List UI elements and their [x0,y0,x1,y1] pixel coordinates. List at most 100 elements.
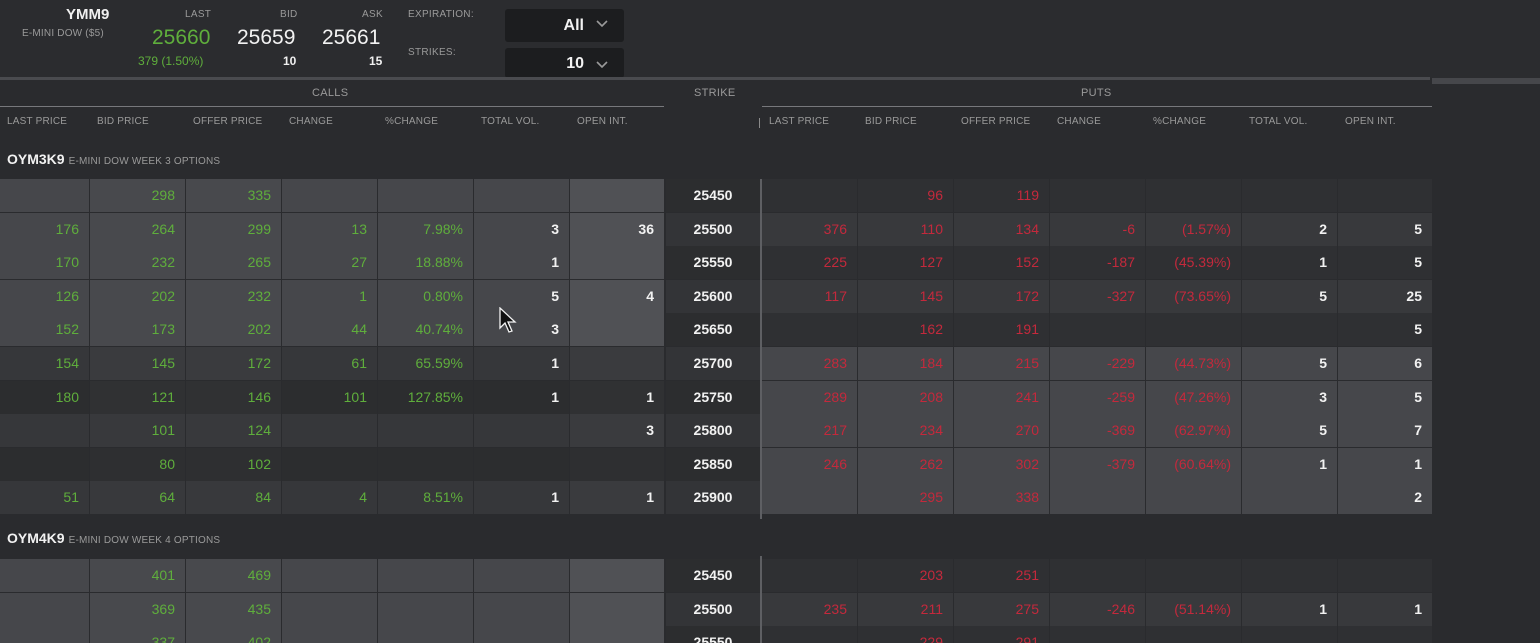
table-row[interactable]: 298 335 25450 96 119 [0,179,1432,212]
put-offer-price-cell[interactable]: 134 [954,212,1049,246]
put-change-cell[interactable]: -369 [1050,414,1145,448]
put-bid-price-cell[interactable]: 96 [858,179,953,212]
call-total-vol-cell[interactable]: 3 [474,313,569,347]
call-bid-price-cell[interactable]: 232 [90,246,185,280]
put-last-price-cell[interactable]: 246 [762,447,857,481]
call-total-vol-cell[interactable]: 1 [474,481,569,515]
put-last-price-cell[interactable]: 283 [762,347,857,380]
put-last-price-cell[interactable]: 117 [762,279,857,313]
call-offer-price-cell[interactable]: 435 [186,592,281,626]
put-open-int-cell[interactable]: 5 [1338,313,1432,347]
put-bid-price-cell[interactable]: 203 [858,559,953,592]
call-last-price-cell[interactable]: 152 [0,313,89,347]
strikes-select[interactable]: 10 [505,48,624,78]
put-offer-price-cell[interactable]: 119 [954,179,1049,212]
put-total-vol-cell[interactable]: 5 [1242,347,1337,380]
call-open-int-cell[interactable]: 1 [570,380,664,414]
call-open-int-cell[interactable] [570,246,664,280]
put-last-price-cell[interactable] [762,179,857,212]
table-row[interactable]: 401 469 25450 203 251 [0,559,1432,592]
put-total-vol-cell[interactable]: 1 [1242,447,1337,481]
call-last-price-cell[interactable] [0,447,89,481]
puts-col-head-2[interactable]: OFFER PRICE [961,110,1049,134]
put-total-vol-cell[interactable] [1242,313,1337,347]
put-offer-price-cell[interactable]: 275 [954,592,1049,626]
calls-col-head-3[interactable]: CHANGE [289,110,377,134]
call-offer-price-cell[interactable]: 146 [186,380,281,414]
put-open-int-cell[interactable]: 5 [1338,380,1432,414]
call--change-cell[interactable] [378,447,473,481]
calls-col-head-0[interactable]: LAST PRICE [7,110,95,134]
put--change-cell[interactable]: (62.97%) [1146,414,1241,448]
put-offer-price-cell[interactable]: 291 [954,626,1049,643]
puts-col-head-6[interactable]: OPEN INT. [1345,110,1433,134]
put-change-cell[interactable]: -246 [1050,592,1145,626]
call-open-int-cell[interactable] [570,179,664,212]
put-total-vol-cell[interactable] [1242,179,1337,212]
call-total-vol-cell[interactable]: 5 [474,279,569,313]
put-last-price-cell[interactable]: 289 [762,380,857,414]
put-open-int-cell[interactable]: 6 [1338,347,1432,380]
call-bid-price-cell[interactable]: 145 [90,347,185,380]
call--change-cell[interactable]: 65.59% [378,347,473,380]
call-open-int-cell[interactable] [570,447,664,481]
scrollbar-track[interactable] [1432,78,1540,84]
call-change-cell[interactable]: 4 [282,481,377,515]
put-last-price-cell[interactable] [762,626,857,643]
calls-col-head-4[interactable]: %CHANGE [385,110,473,134]
put--change-cell[interactable]: (45.39%) [1146,246,1241,280]
call-bid-price-cell[interactable]: 264 [90,212,185,246]
put-last-price-cell[interactable] [762,313,857,347]
put-change-cell[interactable]: -379 [1050,447,1145,481]
call--change-cell[interactable] [378,414,473,448]
table-row[interactable]: 180 121 146 101 127.85% 1 1 25750 289 208 241 -259(… [0,380,1432,414]
put-total-vol-cell[interactable]: 5 [1242,279,1337,313]
put--change-cell[interactable] [1146,559,1241,592]
call-change-cell[interactable]: 1 [282,279,377,313]
put--change-cell[interactable] [1146,313,1241,347]
call-bid-price-cell[interactable]: 401 [90,559,185,592]
call-last-price-cell[interactable]: 51 [0,481,89,515]
call-bid-price-cell[interactable]: 298 [90,179,185,212]
call-total-vol-cell[interactable]: 1 [474,246,569,280]
put-bid-price-cell[interactable]: 234 [858,414,953,448]
call-last-price-cell[interactable] [0,179,89,212]
call-change-cell[interactable]: 27 [282,246,377,280]
call-open-int-cell[interactable]: 4 [570,279,664,313]
call-change-cell[interactable]: 101 [282,380,377,414]
put-offer-price-cell[interactable]: 191 [954,313,1049,347]
call-total-vol-cell[interactable] [474,626,569,643]
calls-col-head-6[interactable]: OPEN INT. [577,110,665,134]
put-total-vol-cell[interactable]: 1 [1242,246,1337,280]
put--change-cell[interactable]: (47.26%) [1146,380,1241,414]
put-change-cell[interactable]: -327 [1050,279,1145,313]
call-change-cell[interactable] [282,414,377,448]
call-offer-price-cell[interactable]: 124 [186,414,281,448]
call-bid-price-cell[interactable]: 202 [90,279,185,313]
table-row[interactable]: 154 145 172 61 65.59% 1 25700 283 184 215 -229 (44.… [0,347,1432,380]
put-total-vol-cell[interactable] [1242,481,1337,515]
call-offer-price-cell[interactable]: 335 [186,179,281,212]
call--change-cell[interactable] [378,179,473,212]
call-change-cell[interactable] [282,179,377,212]
put--change-cell[interactable]: (1.57%) [1146,212,1241,246]
call-offer-price-cell[interactable]: 102 [186,447,281,481]
call-bid-price-cell[interactable]: 80 [90,447,185,481]
call-total-vol-cell[interactable]: 1 [474,380,569,414]
calls-col-head-1[interactable]: BID PRICE [97,110,185,134]
call-last-price-cell[interactable]: 154 [0,347,89,380]
put-total-vol-cell[interactable] [1242,626,1337,643]
put-change-cell[interactable] [1050,481,1145,515]
put-offer-price-cell[interactable]: 302 [954,447,1049,481]
call-total-vol-cell[interactable] [474,414,569,448]
call-last-price-cell[interactable] [0,626,89,643]
table-row[interactable]: 369 435 25500 235 211 275 -246 (51.14%) 1 1 [0,592,1432,626]
call-open-int-cell[interactable] [570,347,664,380]
put-change-cell[interactable] [1050,559,1145,592]
call-bid-price-cell[interactable]: 101 [90,414,185,448]
call--change-cell[interactable] [378,626,473,643]
put-offer-price-cell[interactable]: 172 [954,279,1049,313]
call-bid-price-cell[interactable]: 64 [90,481,185,515]
call-change-cell[interactable]: 13 [282,212,377,246]
put-open-int-cell[interactable]: 2 [1338,481,1432,515]
